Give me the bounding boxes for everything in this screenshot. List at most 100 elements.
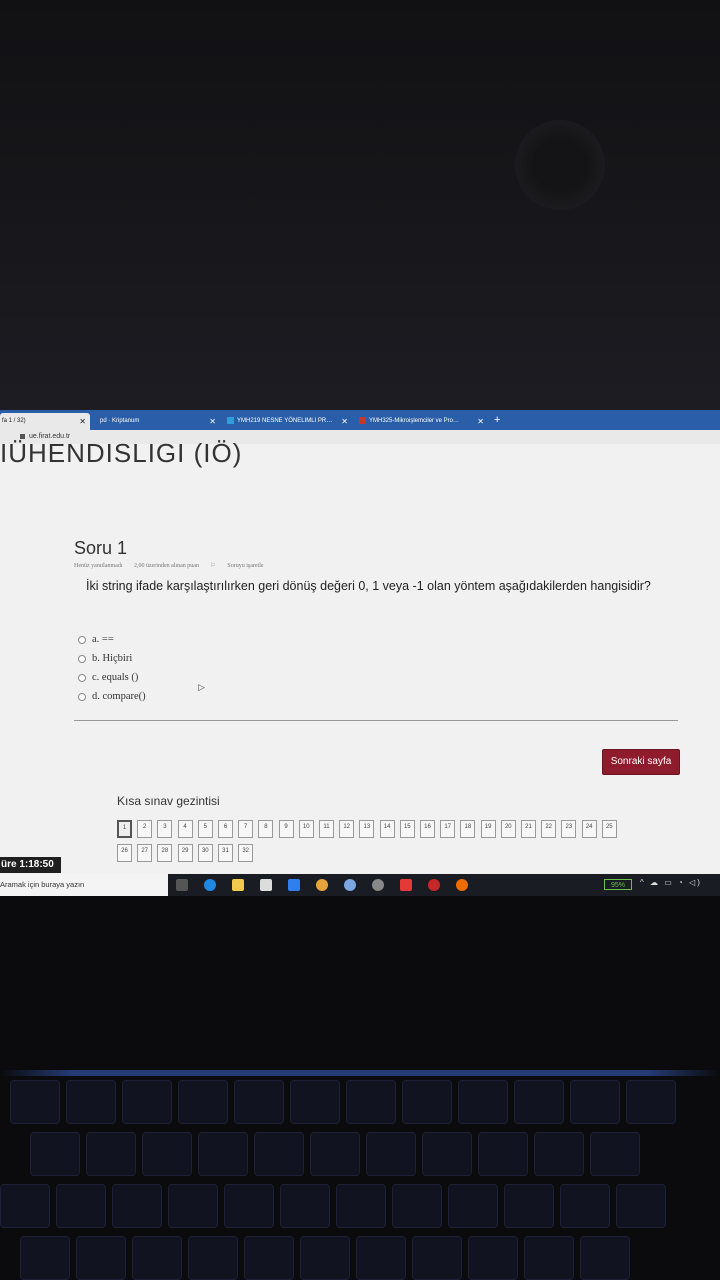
flag-icon: ⚐	[210, 563, 216, 569]
keyboard-key	[448, 1184, 498, 1228]
quiz-nav-button[interactable]: 1	[117, 820, 132, 838]
answer-options: a. == b. Hiçbiri c. equals () d. compare…	[78, 630, 146, 706]
quiz-nav-button[interactable]: 5	[197, 820, 213, 838]
quiz-nav-button[interactable]: 12	[339, 820, 355, 838]
quiz-nav-button[interactable]: 14	[379, 820, 395, 838]
quiz-nav-button[interactable]: 26	[117, 844, 132, 862]
divider	[74, 720, 678, 721]
quiz-nav-button[interactable]: 27	[137, 844, 153, 862]
option-b[interactable]: b. Hiçbiri	[78, 649, 146, 668]
app-icon[interactable]	[372, 879, 384, 891]
keyboard-key	[422, 1132, 472, 1176]
quiz-nav-button[interactable]: 10	[298, 820, 314, 838]
tab-kriptanum[interactable]: pd · Kriptanum ✕	[100, 413, 220, 430]
timer: üre 1:18:50	[0, 857, 61, 873]
keyboard-row	[20, 1236, 630, 1280]
quiz-nav-button[interactable]: 21	[521, 820, 536, 838]
new-tab-plus-icon[interactable]: +	[494, 413, 500, 428]
tab-label: pd · Kriptanum	[100, 418, 140, 424]
tab-quiz[interactable]: fa 1 / 32) ✕	[0, 413, 90, 430]
quiz-nav-button[interactable]: 23	[561, 820, 577, 838]
close-icon[interactable]: ✕	[341, 413, 348, 430]
keyboard-key	[590, 1132, 640, 1176]
close-icon[interactable]: ✕	[79, 413, 86, 430]
quiz-nav-button[interactable]: 8	[258, 820, 274, 838]
answer-status: Henüz yanıtlanmadı	[74, 563, 123, 569]
quiz-nav-button[interactable]: 2	[137, 820, 153, 838]
tab-ymh219[interactable]: YMH219 NESNE YÖNELIMLI PR… ✕	[224, 413, 352, 430]
keyboard-key	[514, 1080, 564, 1124]
office-icon[interactable]	[400, 879, 412, 891]
store-icon[interactable]	[260, 879, 272, 891]
pdf-icon	[359, 416, 366, 424]
option-a[interactable]: a. ==	[78, 630, 146, 649]
quiz-nav-button[interactable]: 32	[238, 844, 254, 862]
keyboard-key	[346, 1080, 396, 1124]
close-icon[interactable]: ✕	[209, 413, 216, 430]
quiz-nav-button[interactable]: 6	[218, 820, 233, 838]
keyboard-key	[76, 1236, 126, 1280]
keyboard-key	[30, 1132, 80, 1176]
app-icon[interactable]	[456, 879, 468, 891]
keyboard-key	[356, 1236, 406, 1280]
keyboard-key	[86, 1132, 136, 1176]
task-view-icon[interactable]	[176, 879, 188, 891]
keyboard-key	[300, 1236, 350, 1280]
quiz-nav-button[interactable]: 3	[157, 820, 173, 838]
radio-button[interactable]	[78, 692, 86, 701]
keyboard-key	[178, 1080, 228, 1124]
quiz-nav-button[interactable]: 13	[359, 820, 375, 838]
next-page-button[interactable]: Sonraki sayfa	[602, 749, 680, 775]
quiz-nav-button[interactable]: 24	[581, 820, 597, 838]
keyboard-key	[188, 1236, 238, 1280]
keyboard-key	[524, 1236, 574, 1280]
keyboard-key	[402, 1080, 452, 1124]
quiz-nav-button[interactable]: 15	[399, 820, 415, 838]
quiz-nav-button[interactable]: 25	[601, 820, 617, 838]
keyboard-key	[580, 1236, 630, 1280]
option-c[interactable]: c. equals ()	[78, 668, 146, 687]
quiz-nav-button[interactable]: 17	[440, 820, 456, 838]
tab-label: YMH219 NESNE YÖNELIMLI PR…	[237, 418, 333, 424]
document-icon	[227, 416, 234, 424]
keyboard-key	[234, 1080, 284, 1124]
quiz-nav-button[interactable]: 28	[157, 844, 173, 862]
quiz-nav-button[interactable]: 4	[177, 820, 193, 838]
keyboard-key	[168, 1184, 218, 1228]
radio-button[interactable]	[78, 654, 86, 663]
keyboard-key	[616, 1184, 666, 1228]
edge-icon[interactable]	[204, 879, 216, 891]
quiz-nav-button[interactable]: 31	[218, 844, 233, 862]
app-icon[interactable]	[344, 879, 356, 891]
question-title: Soru 1	[74, 538, 128, 558]
quiz-nav-button[interactable]: 11	[319, 820, 334, 838]
mail-icon[interactable]	[288, 879, 300, 891]
radio-button[interactable]	[78, 673, 86, 682]
quiz-nav-button[interactable]: 7	[238, 820, 254, 838]
keyboard-key	[534, 1132, 584, 1176]
quiz-nav-button[interactable]: 22	[541, 820, 557, 838]
quiz-nav-button[interactable]: 16	[420, 820, 435, 838]
tab-ymh325[interactable]: YMH325-Mikroişlemciler ve Pro… ✕	[356, 413, 488, 430]
quiz-nav-button[interactable]: 9	[278, 820, 294, 838]
option-d[interactable]: d. compare()	[78, 687, 146, 706]
quiz-nav-button[interactable]: 20	[500, 820, 516, 838]
battery-indicator[interactable]: 95%	[604, 879, 632, 890]
system-tray-icons[interactable]: ^ ☁ ▭ ◔ ◁)	[640, 878, 702, 887]
file-explorer-icon[interactable]	[232, 879, 244, 891]
keyboard-key	[626, 1080, 676, 1124]
quiz-nav-button[interactable]: 30	[197, 844, 213, 862]
quiz-nav-button[interactable]: 19	[480, 820, 496, 838]
dark-background	[0, 0, 720, 410]
taskbar-search-input[interactable]: Aramak için buraya yazın	[0, 874, 168, 896]
quiz-nav-button[interactable]: 18	[460, 820, 476, 838]
app-icon[interactable]	[428, 879, 440, 891]
close-icon[interactable]: ✕	[477, 413, 484, 430]
keyboard-key	[392, 1184, 442, 1228]
keyboard-key	[570, 1080, 620, 1124]
quiz-nav-button[interactable]: 29	[177, 844, 193, 862]
radio-button[interactable]	[78, 635, 86, 644]
chrome-icon[interactable]	[316, 879, 328, 891]
flag-question-link[interactable]: ⚐ Soruyu işaretle	[210, 563, 273, 569]
keyboard-row	[30, 1132, 640, 1176]
